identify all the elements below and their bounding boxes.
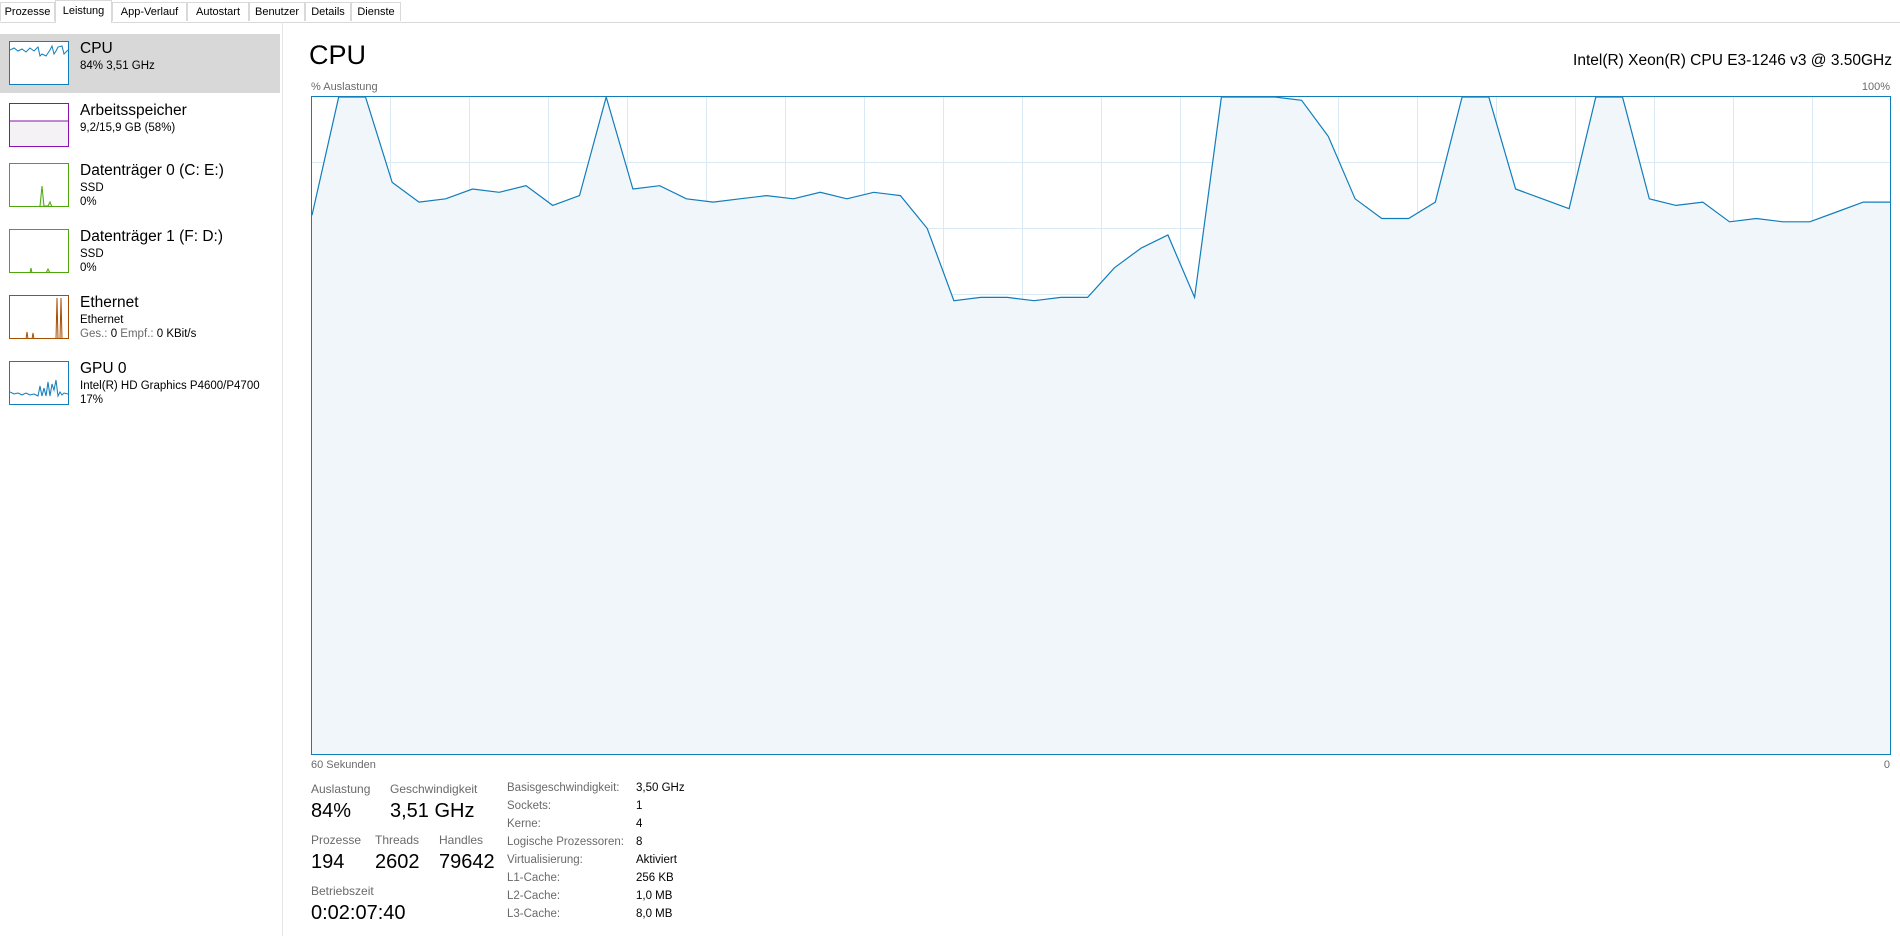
- tab-autostart[interactable]: Autostart: [187, 2, 249, 21]
- sidebar-item-disk-1[interactable]: Datenträger 1 (F: D:) SSD 0%: [0, 222, 280, 286]
- page-title: CPU: [309, 40, 367, 70]
- sidebar-item-ethernet[interactable]: Ethernet Ethernet Ges.: 0 Empf.: 0 KBit/…: [0, 288, 280, 352]
- processes-label: Prozesse: [311, 833, 362, 847]
- info-key: Kerne:: [507, 818, 541, 830]
- network-mini-graph-icon: [9, 295, 69, 339]
- sidebar-item-model: Intel(R) HD Graphics P4600/P4700: [80, 380, 260, 392]
- sidebar-item-type: SSD: [80, 182, 104, 194]
- info-value: 4: [636, 818, 643, 830]
- speed-label: Geschwindigkeit: [390, 782, 478, 796]
- sidebar-item-title: Datenträger 1 (F: D:): [80, 228, 223, 245]
- send-label: Ges.:: [80, 328, 108, 340]
- info-key: Logische Prozessoren:: [507, 836, 624, 848]
- gpu-mini-graph-icon: [9, 361, 69, 405]
- sidebar-item-detail: 84% 3,51 GHz: [80, 60, 155, 72]
- utilization-label: Auslastung: [311, 782, 371, 796]
- sidebar-item-detail: 9,2/15,9 GB (58%): [80, 122, 176, 134]
- cpu-utilization-graph: [311, 96, 1891, 755]
- uptime-value: 0:02:07:40: [311, 902, 406, 924]
- sidebar-item-throughput: Ges.: 0 Empf.: 0 KBit/s: [80, 328, 196, 340]
- threads-label: Threads: [375, 833, 420, 847]
- speed-value: 3,51 GHz: [390, 800, 475, 822]
- utilization-value: 84%: [311, 800, 352, 822]
- info-value: 1: [636, 800, 643, 812]
- info-key: Virtualisierung:: [507, 854, 583, 866]
- info-value: 8: [636, 836, 643, 848]
- tab-details[interactable]: Details: [305, 2, 351, 21]
- send-value: 0: [110, 328, 118, 340]
- info-key: L3-Cache:: [507, 908, 561, 920]
- receive-label: Empf.:: [120, 328, 154, 340]
- sidebar-item-value: 17%: [80, 394, 104, 406]
- sidebar-item-value: 0%: [80, 262, 97, 274]
- x-axis-min-label: 0: [1883, 759, 1890, 771]
- sidebar-item-title: Datenträger 0 (C: E:): [80, 162, 224, 179]
- sidebar-item-memory[interactable]: Arbeitsspeicher 9,2/15,9 GB (58%): [0, 94, 280, 154]
- sidebar-item-title: Arbeitsspeicher: [80, 102, 187, 119]
- tab-prozesse[interactable]: Prozesse: [0, 2, 55, 21]
- info-key: Sockets:: [507, 800, 552, 812]
- sidebar-item-disk-0[interactable]: Datenträger 0 (C: E:) SSD 0%: [0, 156, 280, 220]
- tab-bar: Prozesse Leistung App-Verlauf Autostart …: [0, 0, 1900, 23]
- y-axis-max-label: 100%: [1861, 81, 1890, 93]
- y-axis-label: % Auslastung: [311, 81, 378, 93]
- info-key: L1-Cache:: [507, 872, 561, 884]
- tab-leistung[interactable]: Leistung: [55, 0, 112, 23]
- sidebar-item-gpu[interactable]: GPU 0 Intel(R) HD Graphics P4600/P4700 1…: [0, 354, 280, 418]
- cpu-mini-graph-icon: [9, 41, 69, 85]
- sidebar-item-type: SSD: [80, 248, 104, 260]
- info-value: 3,50 GHz: [636, 782, 685, 794]
- info-value: 1,0 MB: [636, 890, 673, 902]
- processes-value: 194: [311, 851, 345, 873]
- info-value: 256 KB: [636, 872, 674, 884]
- tab-dienste[interactable]: Dienste: [351, 2, 401, 21]
- disk-mini-graph-icon: [9, 163, 69, 207]
- sidebar-item-cpu[interactable]: CPU 84% 3,51 GHz: [0, 34, 280, 93]
- sidebar-item-value: 0%: [80, 196, 97, 208]
- info-key: L2-Cache:: [507, 890, 561, 902]
- info-key: Basisgeschwindigkeit:: [507, 782, 620, 794]
- sidebar-item-title: Ethernet: [80, 294, 139, 311]
- handles-value: 79642: [439, 851, 495, 873]
- tab-app-verlauf[interactable]: App-Verlauf: [112, 2, 187, 21]
- sidebar-item-title: GPU 0: [80, 360, 127, 377]
- x-axis-label: 60 Sekunden: [311, 759, 376, 771]
- cpu-model-name: Intel(R) Xeon(R) CPU E3-1246 v3 @ 3.50GH…: [1573, 52, 1892, 69]
- memory-mini-graph-icon: [9, 103, 69, 147]
- sidebar-item-adapter: Ethernet: [80, 314, 124, 326]
- tab-benutzer[interactable]: Benutzer: [249, 2, 305, 21]
- handles-label: Handles: [439, 833, 484, 847]
- threads-value: 2602: [375, 851, 420, 873]
- uptime-label: Betriebszeit: [311, 884, 374, 898]
- sidebar-item-title: CPU: [80, 40, 113, 57]
- info-value: 8,0 MB: [636, 908, 673, 920]
- info-value: Aktiviert: [636, 854, 677, 866]
- sidebar-divider: [282, 22, 283, 936]
- receive-value: 0 KBit/s: [156, 328, 197, 340]
- disk-mini-graph-icon: [9, 229, 69, 273]
